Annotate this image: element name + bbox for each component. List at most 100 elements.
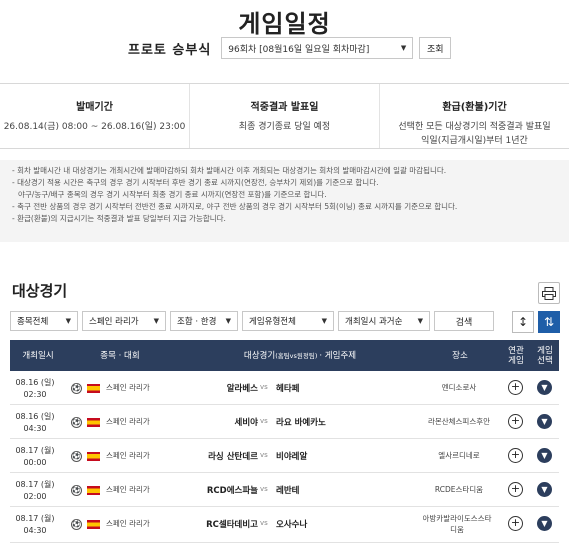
row-vs: vs — [260, 451, 268, 459]
row-datetime: 08.16 (일) 02:30 — [10, 377, 60, 401]
spain-flag-icon — [87, 452, 100, 461]
row-datetime: 08.17 (월) 02:00 — [10, 479, 60, 503]
chevron-down-icon[interactable]: ▼ — [537, 380, 552, 395]
combo-filter-select[interactable]: 조합 · 한경 ▼ — [170, 311, 238, 331]
header-match-small: (홈팀vs원정팀) — [275, 351, 318, 360]
expand-vertical-button[interactable]: ↕ — [512, 311, 534, 333]
row-league: 스페인 라리가 — [106, 485, 150, 494]
select-value: 게임유형전체 — [249, 317, 296, 327]
spain-flag-icon — [87, 520, 100, 529]
info-text: 26.08.14(금) 08:00 ~ 26.08.16(일) 23:00 — [3, 122, 186, 132]
chevron-down-icon[interactable]: ▼ — [537, 414, 552, 429]
row-league: 스페인 라리가 — [106, 383, 150, 392]
header-venue: 장소 — [452, 350, 468, 361]
header-sport: 종목 · 대회 — [100, 350, 140, 361]
dropdown-arrow-icon: ▼ — [400, 44, 407, 52]
row-league: 스페인 라리가 — [106, 417, 150, 426]
soccer-ball-icon: ⚽ — [71, 485, 82, 496]
print-button[interactable] — [538, 282, 560, 304]
search-button[interactable]: 검색 — [434, 311, 494, 331]
select-value: 개최일시 과거순 — [345, 317, 403, 327]
league-filter-select[interactable]: 스페인 라리가 ▼ — [82, 311, 166, 331]
printer-icon — [542, 286, 556, 300]
sport-filter-select[interactable]: 종목전체 ▼ — [10, 311, 78, 331]
table-row: 08.17 (월) 02:00 ⚽ 스페인 라리가 RCD에스파뇰 vs 레반테 … — [10, 473, 559, 507]
row-home-team: RC셀타데비고 — [206, 520, 258, 530]
row-away-team: 라요 바예카노 — [276, 418, 326, 428]
related-game-plus-icon[interactable]: + — [508, 380, 523, 395]
chevron-down-icon[interactable]: ▼ — [537, 482, 552, 497]
header-related: 연관 게임 — [508, 345, 524, 366]
info-result-date: 적중결과 발표일 최종 경기종료 당일 예정 — [190, 84, 380, 148]
info-text: 최종 경기종료 당일 예정 — [238, 122, 331, 132]
info-sale-period: 발매기간 26.08.14(금) 08:00 ~ 26.08.16(일) 23:… — [0, 84, 190, 148]
soccer-ball-icon: ⚽ — [71, 383, 82, 394]
round-selector-row: 프로토 승부식 96회차 [08월16일 일요일 회차마감] ▼ 조회 — [128, 37, 452, 59]
info-head: 적중결과 발표일 — [250, 102, 319, 113]
row-datetime: 08.17 (월) 00:00 — [10, 445, 60, 469]
row-venue: 엘사르디네로 — [438, 451, 480, 460]
info-head: 환급(환불)기간 — [442, 102, 507, 113]
dropdown-arrow-icon: ▼ — [153, 317, 159, 325]
soccer-ball-icon: ⚽ — [71, 451, 82, 462]
related-game-plus-icon[interactable]: + — [508, 516, 523, 531]
section-title: 대상경기 — [12, 282, 68, 300]
row-date: 08.17 (월) — [15, 480, 55, 489]
row-vs: vs — [260, 485, 268, 493]
row-home-team: 세비야 — [234, 418, 258, 428]
row-away-team: 헤타페 — [276, 384, 300, 394]
row-venue: 라몬산체스피스후안 — [427, 417, 491, 426]
collapse-arrows-icon: ⇅ — [543, 315, 555, 329]
round-select-value: 96회차 [08월16일 일요일 회차마감] — [228, 44, 370, 55]
info-refund-period: 환급(환불)기간 선택한 모든 대상경기의 적중결과 발표일 익일(지급개시일)… — [380, 84, 569, 148]
spain-flag-icon — [87, 384, 100, 393]
chevron-down-icon[interactable]: ▼ — [537, 516, 552, 531]
row-venue: RCDE스타디움 — [434, 485, 484, 494]
row-venue: 멘디소로사 — [441, 383, 477, 392]
order-filter-select[interactable]: 개최일시 과거순 ▼ — [338, 311, 430, 331]
spain-flag-icon — [87, 418, 100, 427]
header-match-main: 대상경기 — [243, 350, 276, 361]
notice-box: - 회차 발매시간 내 대상경기는 개최시간에 발매마감하되 회차 발매시간 이… — [0, 160, 569, 242]
row-date: 08.16 (일) — [15, 412, 55, 421]
row-vs: vs — [260, 383, 268, 391]
filter-bar: 종목전체 ▼ 스페인 라리가 ▼ 조합 · 한경 ▼ 게임유형전체 ▼ 개최일시 과거순… — [10, 311, 494, 331]
round-type-label: 프로토 승부식 — [128, 42, 212, 58]
table-row: 08.16 (일) 04:30 ⚽ 스페인 라리가 세비야 vs 라요 바예카노 … — [10, 405, 559, 439]
table-row: 08.16 (일) 02:30 ⚽ 스페인 라리가 알라베스 vs 헤타페 멘디소… — [10, 371, 559, 405]
table-header: 개최일시 종목 · 대회 대상경기 (홈팀vs원정팀) · 게임주제 장소 연관… — [10, 340, 559, 371]
row-away-team: 비야레알 — [276, 452, 308, 462]
select-value: 조합 · 한경 — [177, 317, 217, 327]
soccer-ball-icon: ⚽ — [71, 519, 82, 530]
row-league: 스페인 라리가 — [106, 519, 150, 528]
row-home-team: 라싱 산탄데르 — [208, 452, 258, 462]
collapse-vertical-button[interactable]: ⇅ — [538, 311, 560, 333]
chevron-down-icon[interactable]: ▼ — [537, 448, 552, 463]
spain-flag-icon — [87, 486, 100, 495]
row-home-team: 알라베스 — [226, 384, 258, 394]
row-time: 04:30 — [23, 526, 47, 535]
notice-line: - 환급(환불)의 지급시기는 적중결과 발표 당일부터 지급 가능합니다. — [12, 214, 226, 223]
related-game-plus-icon[interactable]: + — [508, 482, 523, 497]
header-match-tail: · 게임주제 — [319, 350, 357, 361]
row-time: 00:00 — [23, 458, 47, 467]
select-value: 종목전체 — [17, 317, 49, 327]
related-game-plus-icon[interactable]: + — [508, 448, 523, 463]
related-game-plus-icon[interactable]: + — [508, 414, 523, 429]
dropdown-arrow-icon: ▼ — [225, 317, 231, 325]
row-vs: vs — [260, 417, 268, 425]
row-time: 04:30 — [23, 424, 47, 433]
round-select[interactable]: 96회차 [08월16일 일요일 회차마감] ▼ — [221, 37, 414, 59]
row-datetime: 08.16 (일) 04:30 — [10, 411, 60, 435]
row-date: 08.17 (월) — [15, 446, 55, 455]
game-type-filter-select[interactable]: 게임유형전체 ▼ — [242, 311, 334, 331]
row-home-team: RCD에스파뇰 — [206, 486, 258, 496]
page-title: 게임일정 — [238, 10, 331, 38]
notice-line: - 회차 발매시간 내 대상경기는 개최시간에 발매마감하되 회차 발매시간 이… — [12, 166, 447, 175]
lookup-button[interactable]: 조회 — [419, 37, 452, 59]
expand-arrows-icon: ↕ — [517, 315, 529, 329]
header-select: 게임 선택 — [537, 345, 553, 366]
row-away-team: 레반테 — [276, 486, 300, 496]
dropdown-arrow-icon: ▼ — [65, 317, 71, 325]
row-date: 08.16 (일) — [15, 378, 55, 387]
